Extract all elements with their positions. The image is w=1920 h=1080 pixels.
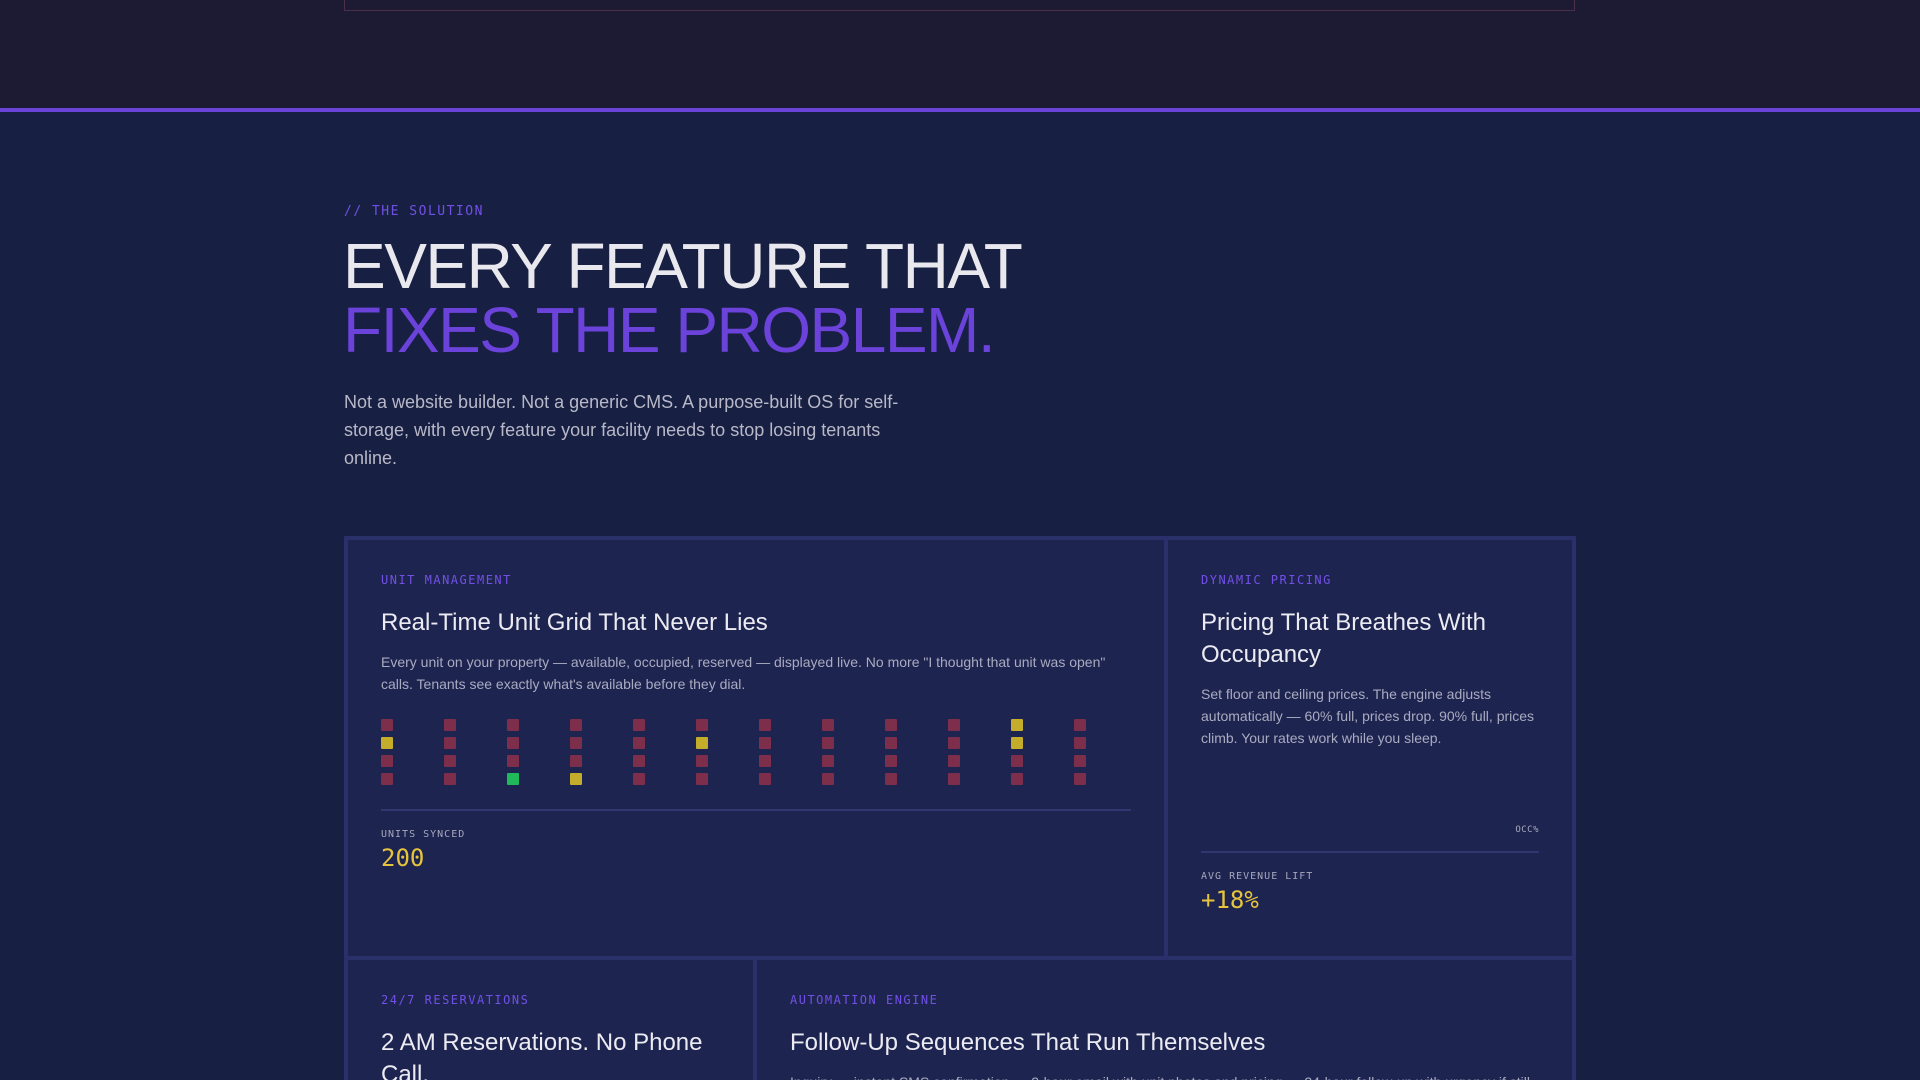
section-lead: Not a website builder. Not a generic CMS… bbox=[344, 392, 899, 468]
unit-cell-reserved bbox=[381, 737, 393, 749]
unit-cell-occupied bbox=[444, 719, 456, 731]
feature-card-unit-management: UNIT MANAGEMENT Real-Time Unit Grid That… bbox=[348, 540, 1164, 956]
unit-cell-reserved bbox=[1011, 737, 1023, 749]
feature-card-dynamic-pricing: DYNAMIC PRICING Pricing That Breathes Wi… bbox=[1168, 540, 1572, 956]
unit-cell-occupied bbox=[822, 773, 834, 785]
unit-cell-occupied bbox=[948, 737, 960, 749]
card-description: Inquiry → instant SMS confirmation → 2-h… bbox=[790, 1071, 1539, 1080]
feature-card-automation: AUTOMATION ENGINE Follow-Up Sequences Th… bbox=[757, 960, 1572, 1080]
unit-cell-reserved bbox=[1011, 719, 1023, 731]
previous-section bbox=[0, 0, 1920, 108]
card-label: UNIT MANAGEMENT bbox=[381, 573, 512, 587]
card-title: Pricing That Breathes With Occupancy bbox=[1201, 609, 1487, 668]
section-headline: EVERY FEATURE THAT FIXES THE PROBLEM. bbox=[343, 230, 1023, 366]
unit-cell-occupied bbox=[759, 773, 771, 785]
unit-cell-reserved bbox=[570, 773, 582, 785]
unit-cell-occupied bbox=[570, 719, 582, 731]
unit-cell-occupied bbox=[696, 755, 708, 767]
unit-cell-occupied bbox=[822, 719, 834, 731]
card-divider bbox=[381, 809, 1131, 811]
card-description: Every unit on your property — available,… bbox=[381, 654, 1106, 692]
unit-cell-occupied bbox=[696, 773, 708, 785]
card-description: Set floor and ceiling prices. The engine… bbox=[1201, 686, 1535, 746]
unit-cell-available bbox=[507, 773, 519, 785]
card-label: AUTOMATION ENGINE bbox=[790, 993, 939, 1007]
stat-label: AVG REVENUE LIFT bbox=[1201, 871, 1314, 882]
unit-cell-occupied bbox=[633, 737, 645, 749]
unit-cell-occupied bbox=[381, 719, 393, 731]
unit-cell-occupied bbox=[696, 719, 708, 731]
unit-cell-occupied bbox=[822, 737, 834, 749]
unit-cell-occupied bbox=[1074, 773, 1086, 785]
section-divider bbox=[0, 108, 1920, 112]
headline-line-2: FIXES THE PROBLEM. bbox=[343, 294, 996, 366]
unit-cell-occupied bbox=[507, 755, 519, 767]
previous-section-panel bbox=[344, 0, 1575, 11]
unit-cell-occupied bbox=[885, 737, 897, 749]
unit-cell-occupied bbox=[885, 773, 897, 785]
stat-label: UNITS SYNCED bbox=[381, 829, 466, 840]
feature-card-reservations: 24/7 RESERVATIONS 2 AM Reservations. No … bbox=[348, 960, 753, 1080]
stat-value: 200 bbox=[381, 844, 425, 872]
unit-cell-occupied bbox=[759, 719, 771, 731]
unit-cell-occupied bbox=[570, 755, 582, 767]
unit-cell-occupied bbox=[381, 755, 393, 767]
unit-cell-occupied bbox=[885, 719, 897, 731]
occupancy-axis-label: OCC% bbox=[1515, 825, 1539, 835]
card-title: 2 AM Reservations. No Phone Call. bbox=[381, 1029, 703, 1080]
unit-cell-occupied bbox=[633, 755, 645, 767]
unit-cell-occupied bbox=[507, 719, 519, 731]
unit-cell-occupied bbox=[444, 773, 456, 785]
unit-cell-occupied bbox=[1011, 755, 1023, 767]
unit-cell-occupied bbox=[633, 773, 645, 785]
unit-cell-occupied bbox=[570, 737, 582, 749]
unit-cell-occupied bbox=[948, 773, 960, 785]
card-title: Real-Time Unit Grid That Never Lies bbox=[381, 609, 768, 636]
unit-cell-occupied bbox=[1074, 755, 1086, 767]
unit-cell-occupied bbox=[759, 737, 771, 749]
unit-cell-reserved bbox=[696, 737, 708, 749]
unit-cell-occupied bbox=[1011, 773, 1023, 785]
unit-cell-occupied bbox=[444, 737, 456, 749]
unit-cell-occupied bbox=[759, 755, 771, 767]
card-label: DYNAMIC PRICING bbox=[1201, 573, 1332, 587]
unit-grid bbox=[381, 719, 1131, 785]
card-label: 24/7 RESERVATIONS bbox=[381, 993, 530, 1007]
unit-cell-occupied bbox=[381, 773, 393, 785]
unit-cell-occupied bbox=[1074, 719, 1086, 731]
unit-cell-occupied bbox=[1074, 737, 1086, 749]
unit-cell-occupied bbox=[885, 755, 897, 767]
unit-cell-occupied bbox=[948, 755, 960, 767]
unit-cell-occupied bbox=[444, 755, 456, 767]
stat-value: +18% bbox=[1201, 886, 1259, 914]
card-title: Follow-Up Sequences That Run Themselves bbox=[790, 1029, 1266, 1056]
feature-grid: UNIT MANAGEMENT Real-Time Unit Grid That… bbox=[344, 536, 1576, 1080]
unit-cell-occupied bbox=[633, 719, 645, 731]
unit-cell-occupied bbox=[948, 719, 960, 731]
section-eyebrow: // THE SOLUTION bbox=[344, 204, 484, 219]
unit-cell-occupied bbox=[507, 737, 519, 749]
unit-cell-occupied bbox=[822, 755, 834, 767]
headline-line-1: EVERY FEATURE THAT bbox=[343, 230, 1023, 302]
card-divider bbox=[1201, 851, 1539, 853]
